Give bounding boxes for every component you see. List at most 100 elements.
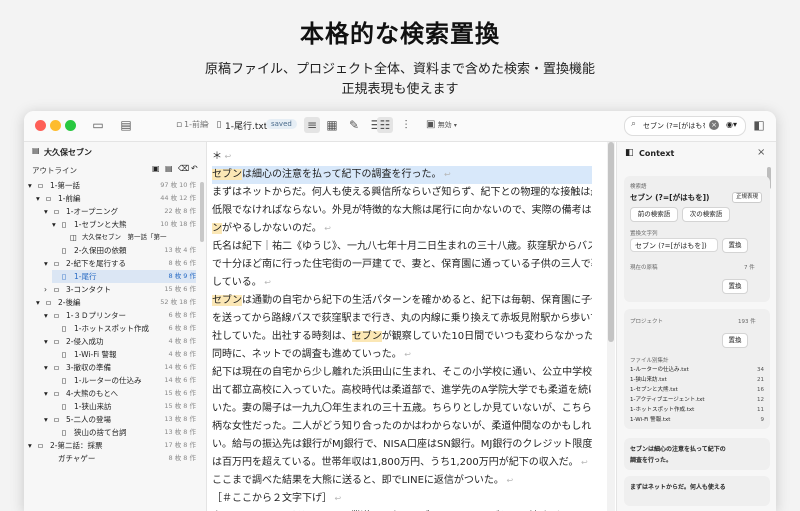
editor-line[interactable]: セブンは細心の注意を払って紀下の調査を行った。 ↩ xyxy=(212,166,592,184)
editor-line[interactable]: 柄な女性だった。二人がどう知り合ったのかはわからないが、柔道仲間なのかもしれな … xyxy=(212,418,592,436)
tree-item[interactable]: ▾▯1-セブンと大熊10 枚 18 作 xyxy=(52,218,196,231)
editor-line[interactable]: している。 ↩ xyxy=(212,274,592,292)
search-result-card[interactable]: セブンは細心の注意を払って紀下の 調査を行った。 xyxy=(624,438,770,470)
replace-current-button[interactable]: 置換 xyxy=(722,279,748,294)
editor-scrollbar[interactable] xyxy=(607,142,615,511)
tree-item[interactable]: ▾▫2-侵入成功4 枚 8 作 xyxy=(44,335,196,348)
right-panel-icon[interactable]: ◧ xyxy=(751,117,767,133)
tree-item[interactable]: ガチャゲー8 枚 8 作 xyxy=(36,452,196,465)
file-stat-row[interactable]: 1-狭山来訪.txt21 xyxy=(630,375,764,385)
editor-line[interactable]: まずはネットからだ。何人も使える興信所ならいざ知らず、紀下との物理的な接触は最 … xyxy=(212,184,592,202)
tree-item[interactable]: ▯1-狭山来訪15 枚 8 作 xyxy=(52,400,196,413)
new-folder-icon[interactable]: ▣ xyxy=(152,164,160,173)
tree-item-selected[interactable]: ▯1-尾行8 枚 9 作 xyxy=(52,270,196,283)
tree-item-label: 2-第二話：採票 xyxy=(50,439,102,452)
tree-item-label: 1-ルーターの仕込み xyxy=(74,374,141,387)
file-stat-row[interactable]: 1-ルーターの仕込み.txt34 xyxy=(630,365,764,375)
editor-line[interactable]: 氏名は紀下｜祐二《ゆうじ》、一九八七年十月二日生まれの三十八歳。荻窪駅からバス … xyxy=(212,238,592,256)
tree-item-label: ガチャゲー xyxy=(58,452,95,465)
file-stat-row[interactable]: 1-Wi-Fi 警報.txt9 xyxy=(630,415,764,425)
tree-item[interactable]: ▾▫2-後編52 枚 18 作 xyxy=(36,296,196,309)
editor[interactable]: ＊ ↩セブンは細心の注意を払って紀下の調査を行った。 ↩まずはネットからだ。何人… xyxy=(207,142,607,511)
tree-item[interactable]: ▯1-Wi-Fi 警報4 枚 8 作 xyxy=(52,348,196,361)
clear-search-icon[interactable]: × xyxy=(709,120,719,130)
tree-item[interactable]: ▾▫1-３Ｄプリンター6 枚 8 作 xyxy=(44,309,196,322)
ruby-dropdown[interactable]: ▣ 無効 ▾ xyxy=(426,117,460,133)
minimize-window-button[interactable] xyxy=(50,120,61,131)
tree-item[interactable]: ▯狭山の捨て台詞13 枚 8 作 xyxy=(52,426,196,439)
tree-item[interactable]: ◫大久保セブン 第一話「第一 xyxy=(60,231,196,244)
tree-item-meta: 52 枚 18 作 xyxy=(160,296,196,309)
tree-item[interactable]: ▯1-ルーターの仕込み14 枚 6 作 xyxy=(52,374,196,387)
text-align-icon[interactable]: ≡ xyxy=(304,117,320,133)
tree-item[interactable]: ▾▫1-第一話97 枚 10 作 xyxy=(28,179,196,192)
file-stat-row[interactable]: 1-セブンと大熊.txt16 xyxy=(630,385,764,395)
ruby-dropdown-label: 無効 xyxy=(438,121,452,129)
undo-icon[interactable]: ↶ xyxy=(191,164,198,173)
tree-item[interactable]: ▾▫1-前編44 枚 12 作 xyxy=(36,192,196,205)
text-segment: 柄な女性だった。二人がどう知り合ったのかはわからないが、柔道仲間なのかもしれな xyxy=(212,421,592,432)
search-box: ⌕ セブン (?=[がはもを]) × ◉▾ xyxy=(624,116,746,136)
tree-item-label: 1-第一話 xyxy=(50,179,80,192)
editor-line[interactable]: 出て都立高校に入っていた。高校時代は柔道部で、進学先のA学院大学でも柔道を続けて… xyxy=(212,382,592,400)
regex-badge[interactable]: 正規表現 xyxy=(732,192,762,203)
editor-line[interactable]: 紀下は現在の自宅から少し離れた浜田山に生まれ、そこの小学校に通い、公立中学校を … xyxy=(212,364,592,382)
tree-item[interactable]: ▾▫3-撤収の準備14 枚 6 作 xyxy=(44,361,196,374)
line-spacing-icon[interactable]: ☷ xyxy=(377,117,393,133)
tree-item-label: 大久保セブン 第一話「第一 xyxy=(82,231,167,244)
sidebar-toggle-icon[interactable]: ▭ xyxy=(90,117,106,133)
project-count: 193 件 xyxy=(738,317,756,325)
tree-item[interactable]: ▯1-ホットスポット作成6 枚 8 作 xyxy=(52,322,196,335)
editor-line[interactable]: 同時に、ネットでの調査も進めていった。 ↩ xyxy=(212,346,592,364)
inspector-icon[interactable]: ▤ xyxy=(118,117,134,133)
editor-line[interactable]: ここまで調べた結果を大熊に送ると、即でLINEに返信がついた。 ↩ xyxy=(212,472,592,490)
next-search-button[interactable]: 次の検索語 xyxy=(682,207,730,222)
editor-line[interactable]: 社していた。出社する時刻は、セブンが観察していた10日間でいつも変わらなかった。… xyxy=(212,328,592,346)
edit-note-icon[interactable]: ✎ xyxy=(346,117,362,133)
editor-line[interactable]: で十分ほど南に行った住宅街の一戸建てで、妻と、保育園に通っている子供の三人で暮ら… xyxy=(212,256,592,274)
tree-item[interactable]: ›▫3-コンタクト15 枚 6 作 xyxy=(44,283,196,296)
file-stat-name: 1-アクティブエージェント.txt xyxy=(630,397,705,403)
tree-item-meta: 22 枚 8 作 xyxy=(164,205,196,218)
tree-item[interactable]: ▯2-久保田の依頼13 枚 4 作 xyxy=(52,244,196,257)
file-icon: ▯ xyxy=(62,322,66,335)
tree-item[interactable]: ▾▫4-大熊のもとへ15 枚 6 作 xyxy=(44,387,196,400)
file-stat-row[interactable]: 1-ホットスポット作成.txt11 xyxy=(630,405,764,415)
tree-item-meta: 6 枚 8 作 xyxy=(169,322,196,335)
search-input[interactable]: セブン (?=[がはもを]) xyxy=(643,121,705,131)
tree-item[interactable]: ▾▫5-二人の登場13 枚 8 作 xyxy=(44,413,196,426)
trash-icon[interactable]: ⌫ xyxy=(178,164,189,173)
editor-line[interactable]: セブンは通勤の自宅から紀下の生活パターンを確かめると、紀下は毎朝、保育園に子供 … xyxy=(212,292,592,310)
file-stat-row[interactable]: 1-アクティブエージェント.txt12 xyxy=(630,395,764,405)
editor-line[interactable]: いた。妻の陽子は一九九〇年生まれの三十五歳。ちらりとしか見ていないが、こちらも大… xyxy=(212,400,592,418)
editor-line[interactable]: い。給与の振込先は銀行がMJ銀行で、NISA口座はSN銀行。MJ銀行のクレジット… xyxy=(212,436,592,454)
tree-item[interactable]: ▾▫2-紀下を尾行する8 枚 6 作 xyxy=(44,257,196,270)
replace-button[interactable]: 置換 xyxy=(722,238,748,253)
editor-line[interactable]: 低限でなければならない。外見が特徴的な大熊は尾行に向かないので、実際の備考はセブ… xyxy=(212,202,592,220)
editor-scroll-thumb[interactable] xyxy=(608,142,614,342)
replace-input[interactable]: セブン (?=[がはもを]) xyxy=(630,238,718,252)
editor-line[interactable]: を送ってから路線バスで荻窪駅まで行き、丸の内線に乗り換えて赤坂見附駅から歩いて出… xyxy=(212,310,592,328)
prev-search-button[interactable]: 前の検索語 xyxy=(630,207,678,222)
zoom-window-button[interactable] xyxy=(65,120,76,131)
tree-item[interactable]: ▾▫2-第二話：採票17 枚 8 作 xyxy=(28,439,196,452)
breadcrumb-root[interactable]: 1-前編 xyxy=(184,119,208,130)
editor-line[interactable]: ンがやるしかないのだ。 ↩ xyxy=(212,220,592,238)
editor-line[interactable]: ［＃ここから２文字下げ］ ↩ xyxy=(212,490,592,508)
close-window-button[interactable] xyxy=(35,120,46,131)
sidebar-scrollbar[interactable] xyxy=(200,182,204,242)
project-title: 大久保セブン xyxy=(44,147,92,158)
editor-line[interactable]: は百万円を超えている。世帯年収は1,800万円、うち1,200万円が紀下の収入だ… xyxy=(212,454,592,472)
tree-item[interactable]: ▾▫1-オープニング22 枚 8 作 xyxy=(44,205,196,218)
search-term-value[interactable]: セブン (?=[がはもを]) xyxy=(630,192,709,203)
editor-line[interactable]: ＊ ↩ xyxy=(212,148,592,166)
search-result-card[interactable]: まずはネットからだ。何人も使える xyxy=(624,476,770,506)
replace-project-button[interactable]: 置換 xyxy=(722,333,748,348)
breadcrumb-file[interactable]: 1-尾行.txt xyxy=(225,119,267,132)
sliders-icon[interactable]: ⫶ xyxy=(398,117,414,133)
search-options-icon[interactable]: ◉▾ xyxy=(726,120,737,129)
tree-item-meta: 17 枚 8 作 xyxy=(164,439,196,452)
close-icon[interactable]: × xyxy=(757,147,765,158)
document-icon[interactable]: ▦ xyxy=(324,117,340,133)
new-file-icon[interactable]: ▤ xyxy=(165,164,173,173)
